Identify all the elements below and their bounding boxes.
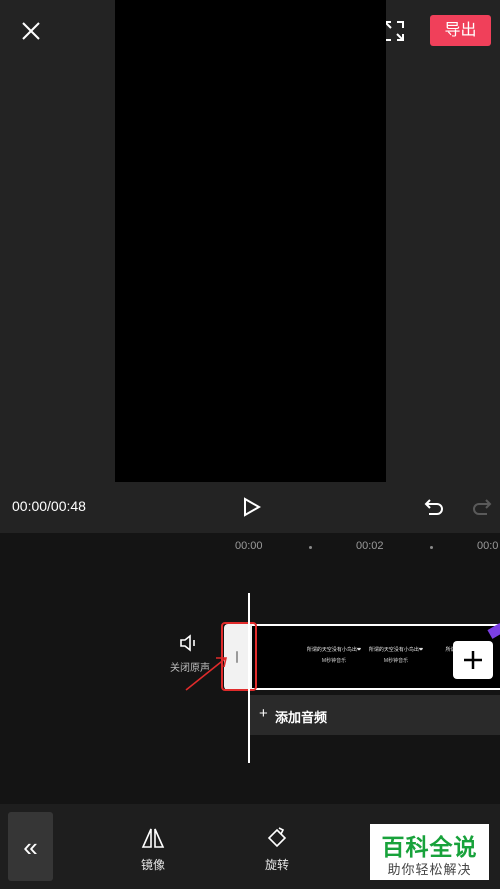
clip-thumbnail-text: 所谓的天空没有小鸟出❤ bbox=[306, 647, 362, 653]
collapse-toolbar-button[interactable]: « bbox=[8, 812, 53, 881]
ruler-tick-label: 00:0 bbox=[477, 540, 499, 552]
double-chevron-left-icon: « bbox=[23, 832, 38, 862]
plus-icon: + bbox=[259, 705, 268, 722]
redo-button[interactable] bbox=[471, 497, 493, 519]
watermark-subtitle: 助你轻松解决 bbox=[387, 862, 472, 877]
play-button[interactable] bbox=[240, 496, 262, 518]
add-audio-button[interactable]: + 添加音频 bbox=[250, 695, 500, 735]
red-arrow-annotation bbox=[185, 657, 227, 691]
redo-icon bbox=[473, 499, 492, 515]
undo-button[interactable] bbox=[423, 497, 445, 519]
video-preview bbox=[115, 0, 386, 482]
mirror-button[interactable]: 镜像 bbox=[128, 826, 178, 874]
add-clip-button[interactable] bbox=[453, 641, 493, 679]
watermark-title: 百科全说 bbox=[381, 834, 478, 860]
clip-thumbnail-text: 所谓的天空没有小鸟出❤ bbox=[368, 647, 424, 653]
time-readout: 00:00/00:48 bbox=[12, 498, 86, 514]
add-audio-label: 添加音频 bbox=[275, 710, 328, 725]
clip-thumbnail: 所谓的天空没有小鸟出❤ M秒钟音乐 bbox=[366, 626, 426, 688]
rotate-icon bbox=[267, 827, 287, 848]
ruler-dot bbox=[430, 546, 433, 549]
ruler-tick-label: 00:00 bbox=[235, 540, 263, 552]
close-icon bbox=[22, 22, 40, 40]
ruler-tick-label: 00:02 bbox=[356, 540, 384, 552]
clip-thumbnail-subtext: M秒钟音乐 bbox=[383, 658, 409, 664]
plus-icon bbox=[464, 651, 482, 669]
ruler-dot bbox=[309, 546, 312, 549]
rotate-label: 旋转 bbox=[264, 858, 289, 872]
export-button[interactable]: 导出 bbox=[430, 15, 491, 46]
clip-thumbnail-subtext: M秒钟音乐 bbox=[321, 658, 347, 664]
close-button[interactable] bbox=[18, 18, 44, 44]
mirror-label: 镜像 bbox=[140, 858, 165, 872]
baike-watermark-logo: 百科全说 助你轻松解决 bbox=[370, 824, 489, 880]
mirror-icon bbox=[141, 828, 165, 848]
rotate-button[interactable]: 旋转 bbox=[252, 826, 302, 874]
undo-icon bbox=[424, 499, 443, 515]
play-icon bbox=[244, 497, 262, 517]
playhead[interactable] bbox=[248, 593, 250, 763]
clip-thumbnail: 所谓的天空没有小鸟出❤ M秒钟音乐 bbox=[304, 626, 364, 688]
